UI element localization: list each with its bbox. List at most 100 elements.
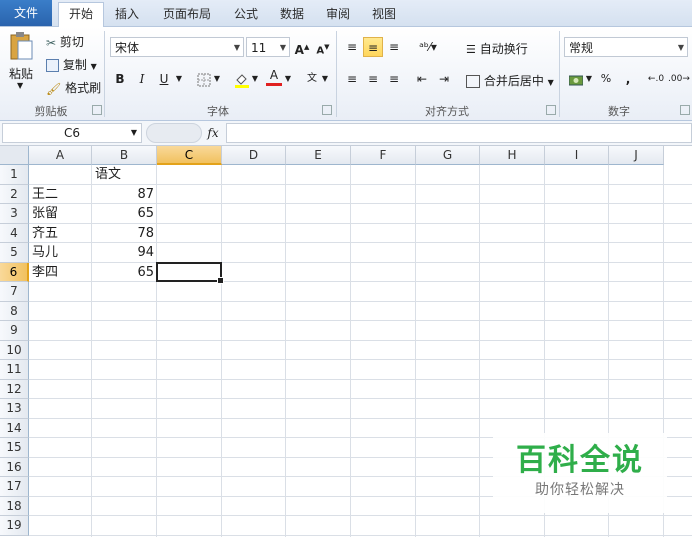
row-header-12[interactable]: 12 <box>0 379 29 399</box>
increase-indent-button[interactable]: ⇥ <box>434 69 454 89</box>
shrink-font-button[interactable]: A▼ <box>313 37 333 57</box>
fill-handle[interactable] <box>217 277 224 284</box>
cell-a5[interactable]: 马儿 <box>29 243 92 262</box>
column-header-b[interactable]: B <box>92 146 157 165</box>
cell-b4[interactable]: 78 <box>92 224 157 243</box>
accounting-dropdown-icon[interactable]: ▼ <box>584 69 594 89</box>
row-header-3[interactable]: 3 <box>0 204 29 224</box>
tab-page-layout[interactable]: 页面布局 <box>154 3 220 25</box>
alignment-launcher-icon[interactable] <box>546 105 556 115</box>
cut-button[interactable]: ✂ 剪切 <box>46 33 84 50</box>
orientation-button[interactable]: ᵃᵇ⁄▾ <box>414 37 442 57</box>
merge-center-button[interactable]: 合并后居中 ▼ <box>466 72 554 89</box>
column-header-j[interactable]: J <box>609 146 664 165</box>
phonetic-dropdown-icon[interactable]: ▼ <box>320 69 330 89</box>
row-header-18[interactable]: 18 <box>0 496 29 516</box>
row-header-5[interactable]: 5 <box>0 243 29 263</box>
cell-b5[interactable]: 94 <box>92 243 157 262</box>
align-bottom-button[interactable]: ≡ <box>384 37 404 57</box>
insert-function-button[interactable]: fx <box>202 123 224 143</box>
row-header-9[interactable]: 9 <box>0 321 29 341</box>
column-header-h[interactable]: H <box>480 146 545 165</box>
tab-home[interactable]: 开始 <box>58 2 104 27</box>
decrease-decimal-button[interactable]: .00→ <box>668 69 690 89</box>
name-box[interactable]: C6 ▼ <box>2 123 142 143</box>
bold-button[interactable]: B <box>110 69 130 89</box>
tab-insert[interactable]: 插入 <box>106 3 148 25</box>
align-left-button[interactable]: ≡ <box>342 69 362 89</box>
font-name-select[interactable]: 宋体 ▼ <box>110 37 244 57</box>
tab-formulas[interactable]: 公式 <box>226 3 266 25</box>
active-cell-c6[interactable] <box>156 261 224 284</box>
merge-dropdown-icon[interactable]: ▼ <box>548 78 554 87</box>
borders-dropdown-icon[interactable]: ▼ <box>212 69 222 89</box>
copy-dropdown-icon[interactable]: ▼ <box>91 62 97 71</box>
borders-button[interactable] <box>194 69 214 89</box>
cell-b1[interactable]: 语文 <box>92 165 157 184</box>
tab-review[interactable]: 审阅 <box>318 3 358 25</box>
format-painter-button[interactable]: 🖌 格式刷 <box>46 79 101 96</box>
clipboard-launcher-icon[interactable] <box>92 105 102 115</box>
font-launcher-icon[interactable] <box>322 105 332 115</box>
paste-label[interactable]: 粘贴 <box>9 65 33 82</box>
wrap-text-button[interactable]: ☰ 自动换行 <box>466 40 528 57</box>
cell-a6[interactable]: 李四 <box>29 263 92 282</box>
number-format-select[interactable]: 常规 ▼ <box>564 37 688 57</box>
column-header-c[interactable]: C <box>157 146 222 165</box>
row-header-15[interactable]: 15 <box>0 438 29 458</box>
row-header-1[interactable]: 1 <box>0 165 29 185</box>
number-launcher-icon[interactable] <box>680 105 690 115</box>
paste-dropdown-icon[interactable]: ▼ <box>17 81 23 90</box>
select-all-corner[interactable] <box>0 146 29 165</box>
underline-dropdown-icon[interactable]: ▼ <box>174 69 184 89</box>
align-right-button[interactable]: ≡ <box>384 69 404 89</box>
column-header-e[interactable]: E <box>286 146 351 165</box>
cell-a2[interactable]: 王二 <box>29 185 92 204</box>
font-color-dropdown-icon[interactable]: ▼ <box>283 69 293 89</box>
cell-b2[interactable]: 87 <box>92 185 157 204</box>
align-middle-button[interactable]: ≡ <box>363 37 383 57</box>
row-header-6[interactable]: 6 <box>0 262 29 282</box>
grow-font-button[interactable]: A▲ <box>292 37 312 57</box>
fill-color-button[interactable] <box>232 69 252 89</box>
cell-a4[interactable]: 齐五 <box>29 224 92 243</box>
column-header-a[interactable]: A <box>29 146 92 165</box>
tab-view[interactable]: 视图 <box>364 3 404 25</box>
row-header-4[interactable]: 4 <box>0 223 29 243</box>
underline-button[interactable]: U <box>154 69 174 89</box>
row-header-13[interactable]: 13 <box>0 399 29 419</box>
accounting-format-button[interactable] <box>566 69 586 89</box>
row-header-16[interactable]: 16 <box>0 457 29 477</box>
formula-input[interactable] <box>226 123 692 143</box>
row-header-10[interactable]: 10 <box>0 340 29 360</box>
row-header-11[interactable]: 11 <box>0 360 29 380</box>
cell-a3[interactable]: 张留 <box>29 204 92 223</box>
row-header-14[interactable]: 14 <box>0 418 29 438</box>
comma-button[interactable]: , <box>618 69 638 89</box>
column-header-f[interactable]: F <box>351 146 416 165</box>
decrease-indent-button[interactable]: ⇤ <box>412 69 432 89</box>
font-size-select[interactable]: 11 ▼ <box>246 37 290 57</box>
row-header-7[interactable]: 7 <box>0 282 29 302</box>
increase-decimal-button[interactable]: ←.0 <box>646 69 666 89</box>
row-header-8[interactable]: 8 <box>0 301 29 321</box>
column-header-i[interactable]: I <box>545 146 609 165</box>
percent-button[interactable]: % <box>596 69 616 89</box>
phonetic-button[interactable]: 文 <box>302 69 322 89</box>
align-center-button[interactable]: ≡ <box>363 69 383 89</box>
paste-button[interactable] <box>8 31 34 61</box>
cell-b6[interactable]: 65 <box>92 263 157 282</box>
cell-b3[interactable]: 65 <box>92 204 157 223</box>
fill-color-dropdown-icon[interactable]: ▼ <box>250 69 260 89</box>
row-header-19[interactable]: 19 <box>0 516 29 536</box>
row-header-17[interactable]: 17 <box>0 477 29 497</box>
italic-button[interactable]: I <box>132 69 152 89</box>
tab-data[interactable]: 数据 <box>272 3 312 25</box>
font-color-button[interactable]: A <box>264 67 284 87</box>
copy-button[interactable]: 复制 ▼ <box>46 56 97 73</box>
row-header-2[interactable]: 2 <box>0 184 29 204</box>
align-top-button[interactable]: ≡ <box>342 37 362 57</box>
column-header-d[interactable]: D <box>222 146 286 165</box>
tab-file[interactable]: 文件 <box>0 0 52 26</box>
column-header-g[interactable]: G <box>416 146 480 165</box>
